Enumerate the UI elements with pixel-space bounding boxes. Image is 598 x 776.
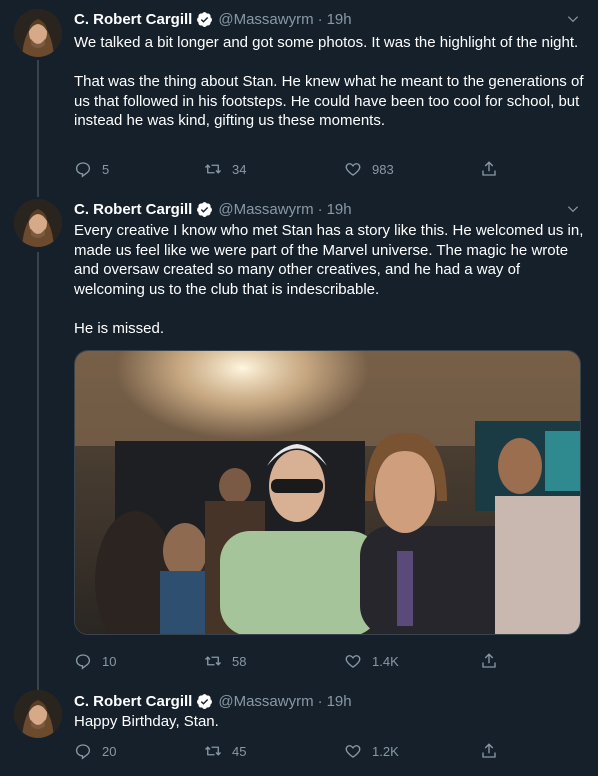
like-button[interactable]: 983 <box>344 160 394 178</box>
retweet-count: 45 <box>232 743 247 759</box>
author-handle[interactable]: @Massawyrm <box>218 693 313 710</box>
like-count: 1.4K <box>372 653 399 669</box>
like-button[interactable]: 1.4K <box>344 652 399 670</box>
retweet-icon <box>205 746 221 756</box>
author-name[interactable]: C. Robert Cargill <box>74 201 192 218</box>
retweet-count: 58 <box>232 653 247 669</box>
thread-line <box>37 190 39 197</box>
retweet-icon <box>205 656 221 666</box>
separator-dot: · <box>317 692 323 710</box>
tweet-paragraph: That was the thing about Stan. He knew w… <box>74 73 584 129</box>
retweet-button[interactable]: 45 <box>204 742 246 760</box>
tweet-text: We talked a bit longer and got some phot… <box>74 33 584 131</box>
tweet-2[interactable]: C. Robert Cargill @Massawyrm · 19h Every… <box>0 190 598 685</box>
tweet-header: C. Robert Cargill @Massawyrm · 19h <box>74 9 352 29</box>
tweet-header: C. Robert Cargill @Massawyrm · 19h <box>74 691 352 711</box>
share-button[interactable] <box>480 160 508 178</box>
share-icon <box>482 161 496 176</box>
verified-badge-icon <box>197 11 213 27</box>
author-handle[interactable]: @Massawyrm <box>218 11 313 28</box>
tweet-paragraph: We talked a bit longer and got some phot… <box>74 34 579 51</box>
thread-line <box>37 252 39 685</box>
reply-count: 20 <box>102 743 117 759</box>
tweet-text: Every creative I know who met Stan has a… <box>74 221 584 338</box>
retweet-icon <box>205 164 221 174</box>
timestamp[interactable]: 19h <box>327 693 352 710</box>
like-button[interactable]: 1.2K <box>344 742 399 760</box>
author-handle[interactable]: @Massawyrm <box>218 201 313 218</box>
tweet-paragraph: Every creative I know who met Stan has a… <box>74 222 584 298</box>
author-name[interactable]: C. Robert Cargill <box>74 693 192 710</box>
avatar[interactable] <box>14 199 62 247</box>
reply-button[interactable]: 5 <box>74 160 109 178</box>
tweet-paragraph: Happy Birthday, Stan. <box>74 713 219 730</box>
reply-button[interactable]: 20 <box>74 742 116 760</box>
retweet-button[interactable]: 58 <box>204 652 246 670</box>
retweet-button[interactable]: 34 <box>204 160 246 178</box>
chevron-down-icon[interactable] <box>566 202 580 216</box>
share-icon <box>482 653 496 668</box>
tweet-paragraph: He is missed. <box>74 319 165 337</box>
like-count: 983 <box>372 161 394 177</box>
tweet-1[interactable]: C. Robert Cargill @Massawyrm · 19h We ta… <box>0 0 598 190</box>
reply-icon <box>75 744 91 760</box>
separator-dot: · <box>317 10 323 28</box>
like-icon <box>345 745 361 758</box>
share-button[interactable] <box>480 652 508 670</box>
author-name[interactable]: C. Robert Cargill <box>74 11 192 28</box>
action-bar: 5 34 983 <box>74 160 524 180</box>
reply-icon <box>75 654 91 670</box>
avatar[interactable] <box>14 9 62 57</box>
reply-count: 5 <box>102 161 110 177</box>
reply-icon <box>75 162 91 178</box>
tweet-text: Happy Birthday, Stan. <box>74 712 584 732</box>
verified-badge-icon <box>197 693 213 709</box>
action-bar: 10 58 1.4K <box>74 652 524 672</box>
tweet-header: C. Robert Cargill @Massawyrm · 19h <box>74 199 352 219</box>
chevron-down-icon[interactable] <box>566 12 580 26</box>
retweet-count: 34 <box>232 161 247 177</box>
separator-dot: · <box>317 200 323 218</box>
avatar[interactable] <box>14 690 62 738</box>
verified-badge-icon <box>197 201 213 217</box>
like-count: 1.2K <box>372 743 399 759</box>
photo-image <box>75 351 580 634</box>
timestamp[interactable]: 19h <box>327 11 352 28</box>
action-bar: 20 45 1.2K <box>74 742 524 762</box>
share-icon <box>482 743 496 758</box>
like-icon <box>345 655 361 668</box>
reply-button[interactable]: 10 <box>74 652 116 670</box>
share-button[interactable] <box>480 742 508 760</box>
like-icon <box>345 163 361 176</box>
thread-line <box>37 60 39 190</box>
tweet-photo[interactable] <box>74 350 581 635</box>
reply-count: 10 <box>102 653 117 669</box>
tweet-3[interactable]: C. Robert Cargill @Massawyrm · 19h Happy… <box>0 685 598 776</box>
timestamp[interactable]: 19h <box>327 201 352 218</box>
